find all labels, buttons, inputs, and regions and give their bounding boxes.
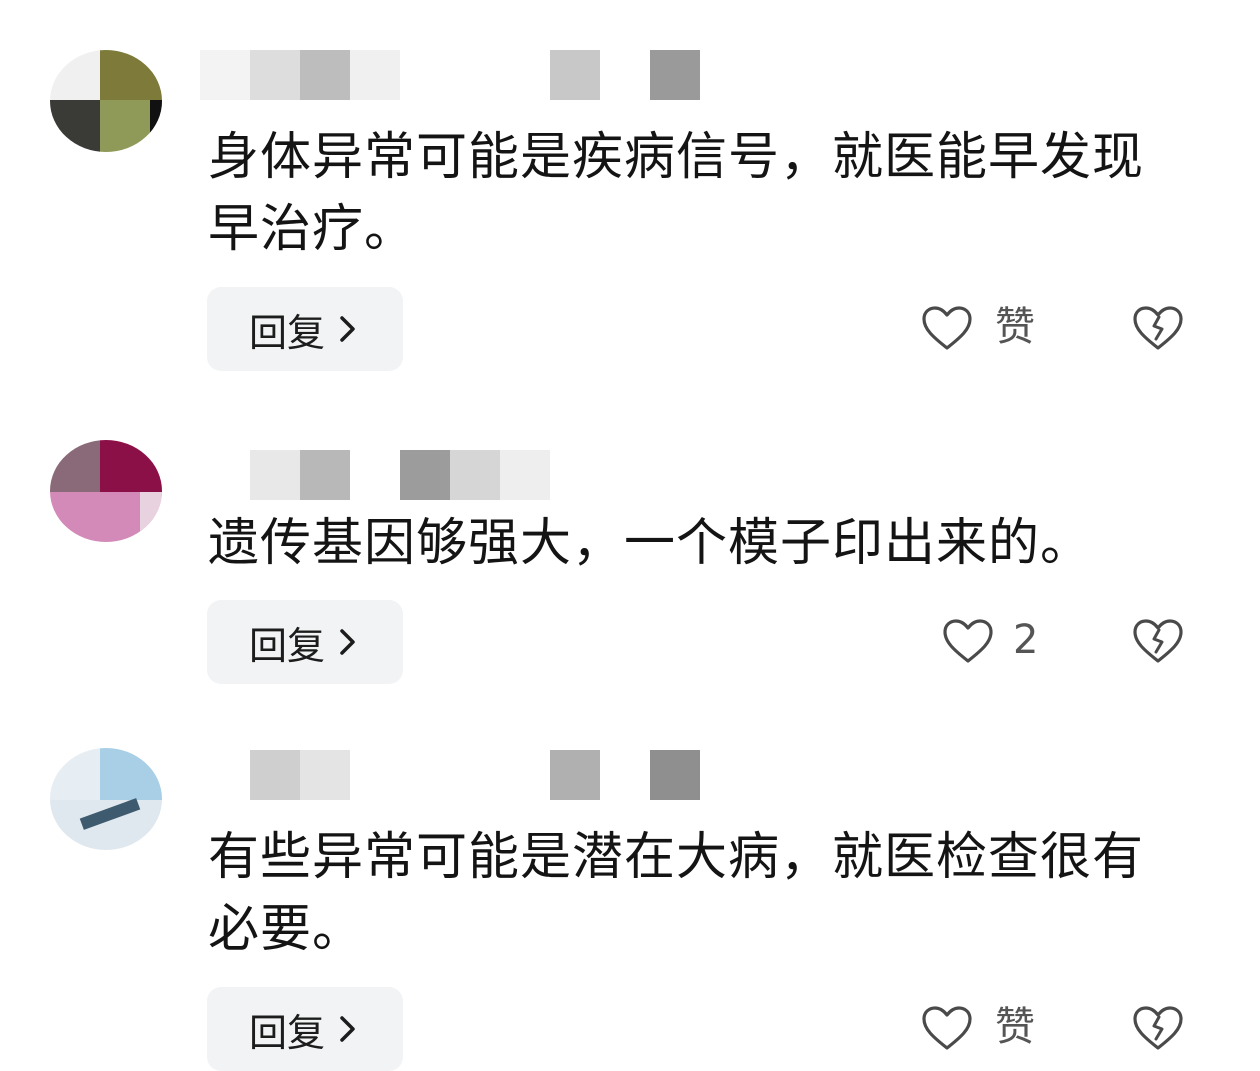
broken-heart-icon[interactable] [1132,618,1184,664]
heart-outline-icon[interactable] [942,618,994,664]
reply-label: 回复 [248,1010,325,1055]
like-count: 赞 [995,1004,1035,1050]
reply-label: 回复 [248,623,325,668]
comment-text: 身体异常可能是疾病信号，就医能早发现早治疗。 [208,128,1145,259]
username-redacted[interactable] [200,450,720,500]
username-redacted[interactable] [200,50,720,100]
chevron-right-icon [340,316,355,342]
reply-label: 回复 [248,310,325,355]
reply-button[interactable]: 回复 [207,600,403,684]
comment-text: 有些异常可能是潜在大病，就医检查很有必要。 [208,828,1145,959]
like-count: 2 [1013,617,1039,663]
avatar[interactable] [50,748,162,850]
heart-outline-icon[interactable] [921,1005,973,1051]
username-redacted[interactable] [200,750,720,800]
broken-heart-icon[interactable] [1132,305,1184,351]
reply-button[interactable]: 回复 [207,987,403,1071]
like-count: 赞 [995,304,1035,350]
chevron-right-icon [340,1016,355,1042]
chevron-right-icon [340,629,355,655]
avatar[interactable] [50,440,162,542]
avatar[interactable] [50,50,162,152]
reply-button[interactable]: 回复 [207,287,403,371]
broken-heart-icon[interactable] [1132,1005,1184,1051]
comment-text: 遗传基因够强大，一个模子印出来的。 [208,514,1093,573]
heart-outline-icon[interactable] [921,305,973,351]
